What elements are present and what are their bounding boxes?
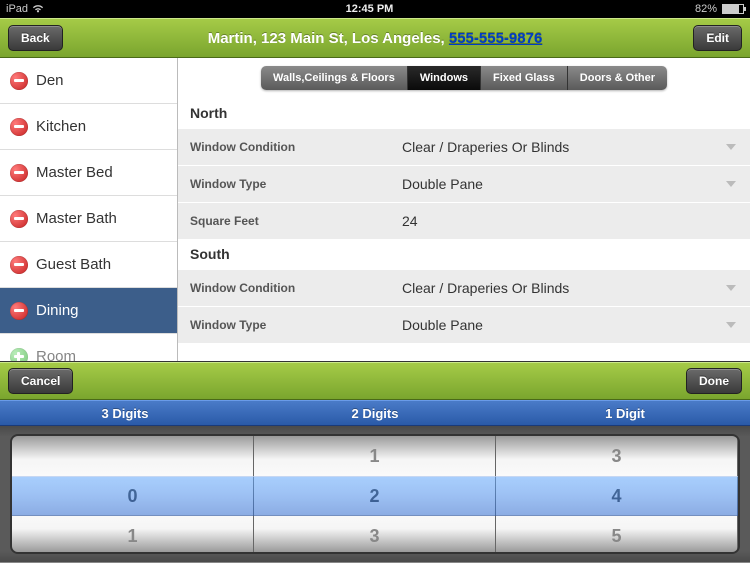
tab-windows[interactable]: Windows (408, 66, 481, 90)
minus-icon (10, 302, 28, 320)
sidebar-item-label: Dining (36, 302, 79, 319)
row-value: 24 (402, 213, 750, 229)
chevron-down-icon (726, 181, 736, 187)
sidebar-item-label: Guest Bath (36, 256, 111, 273)
wheel-item: 4 (496, 476, 737, 516)
sidebar-item-label: Master Bed (36, 164, 113, 181)
wheel-item: 2 (254, 476, 495, 516)
wheel-item: 1 (12, 516, 253, 554)
back-button[interactable]: Back (8, 25, 63, 51)
wheel-item: 0 (12, 476, 253, 516)
phone-link[interactable]: 555-555-9876 (449, 30, 542, 47)
number-picker-panel: Cancel Done 3 Digits 2 Digits 1 Digit 0 … (0, 361, 750, 563)
sidebar-item-master-bath[interactable]: Master Bath (0, 196, 177, 242)
sidebar-item-label: Den (36, 72, 64, 89)
row-value: Clear / Draperies Or Blinds (402, 280, 750, 296)
battery-icon (722, 4, 744, 14)
minus-icon (10, 210, 28, 228)
wheel-item: 3 (254, 516, 495, 554)
content-area: Walls,Ceilings & Floors Windows Fixed Gl… (178, 58, 750, 361)
col-head-2digits: 2 Digits (250, 401, 500, 425)
minus-icon (10, 72, 28, 90)
battery-percent: 82% (695, 3, 717, 15)
row-window-condition[interactable]: Window Condition Clear / Draperies Or Bl… (178, 128, 750, 165)
sidebar-item-kitchen[interactable]: Kitchen (0, 104, 177, 150)
section-header-north: North (178, 98, 750, 128)
row-label: Window Type (178, 177, 402, 191)
wheel-3digits[interactable]: 0 1 (12, 436, 254, 552)
sidebar-item-den[interactable]: Den (0, 58, 177, 104)
tab-fixed-glass[interactable]: Fixed Glass (481, 66, 568, 90)
row-square-feet[interactable]: Square Feet 24 (178, 202, 750, 239)
page-title: Martin, 123 Main St, Los Angeles, 555-55… (208, 30, 543, 47)
wheel-2digits[interactable]: 1 2 3 (254, 436, 496, 552)
row-value: Clear / Draperies Or Blinds (402, 139, 750, 155)
sidebar-item-dining[interactable]: Dining (0, 288, 177, 334)
row-label: Square Feet (178, 214, 402, 228)
minus-icon (10, 164, 28, 182)
row-value: Double Pane (402, 176, 750, 192)
status-time: 12:45 PM (44, 3, 695, 15)
wheel-item: 5 (496, 516, 737, 554)
chevron-down-icon (726, 285, 736, 291)
row-value: Double Pane (402, 317, 750, 333)
sidebar-item-guest-bath[interactable]: Guest Bath (0, 242, 177, 288)
tab-bar: Walls,Ceilings & Floors Windows Fixed Gl… (178, 58, 750, 98)
app-header: Back Martin, 123 Main St, Los Angeles, 5… (0, 18, 750, 58)
sidebar-item-label: Master Bath (36, 210, 117, 227)
done-button[interactable]: Done (686, 368, 742, 394)
sidebar-item-label: Kitchen (36, 118, 86, 135)
wheel-1digit[interactable]: 3 4 5 (496, 436, 738, 552)
row-label: Window Condition (178, 281, 402, 295)
edit-button[interactable]: Edit (693, 25, 742, 51)
section-header-south: South (178, 239, 750, 269)
chevron-down-icon (726, 322, 736, 328)
cancel-button[interactable]: Cancel (8, 368, 73, 394)
tab-doors-other[interactable]: Doors & Other (568, 66, 667, 90)
wheel-item (12, 436, 253, 476)
minus-icon (10, 256, 28, 274)
col-head-1digit: 1 Digit (500, 401, 750, 425)
chevron-down-icon (726, 144, 736, 150)
row-window-condition[interactable]: Window Condition Clear / Draperies Or Bl… (178, 269, 750, 306)
col-head-3digits: 3 Digits (0, 401, 250, 425)
tab-walls[interactable]: Walls,Ceilings & Floors (261, 66, 408, 90)
title-text: Martin, 123 Main St, Los Angeles, (208, 30, 449, 47)
row-label: Window Condition (178, 140, 402, 154)
row-window-type[interactable]: Window Type Double Pane (178, 306, 750, 343)
wifi-icon (32, 4, 44, 14)
row-window-type[interactable]: Window Type Double Pane (178, 165, 750, 202)
minus-icon (10, 118, 28, 136)
wheel-item: 3 (496, 436, 737, 476)
picker-column-headers: 3 Digits 2 Digits 1 Digit (0, 400, 750, 426)
picker-wheels: 0 1 1 2 3 3 4 5 (10, 434, 740, 554)
status-bar: iPad 12:45 PM 82% (0, 0, 750, 18)
sidebar-item-master-bed[interactable]: Master Bed (0, 150, 177, 196)
wheel-item: 1 (254, 436, 495, 476)
device-label: iPad (6, 3, 28, 15)
sidebar: Den Kitchen Master Bed Master Bath Guest… (0, 58, 178, 361)
row-label: Window Type (178, 318, 402, 332)
picker-toolbar: Cancel Done (0, 362, 750, 400)
